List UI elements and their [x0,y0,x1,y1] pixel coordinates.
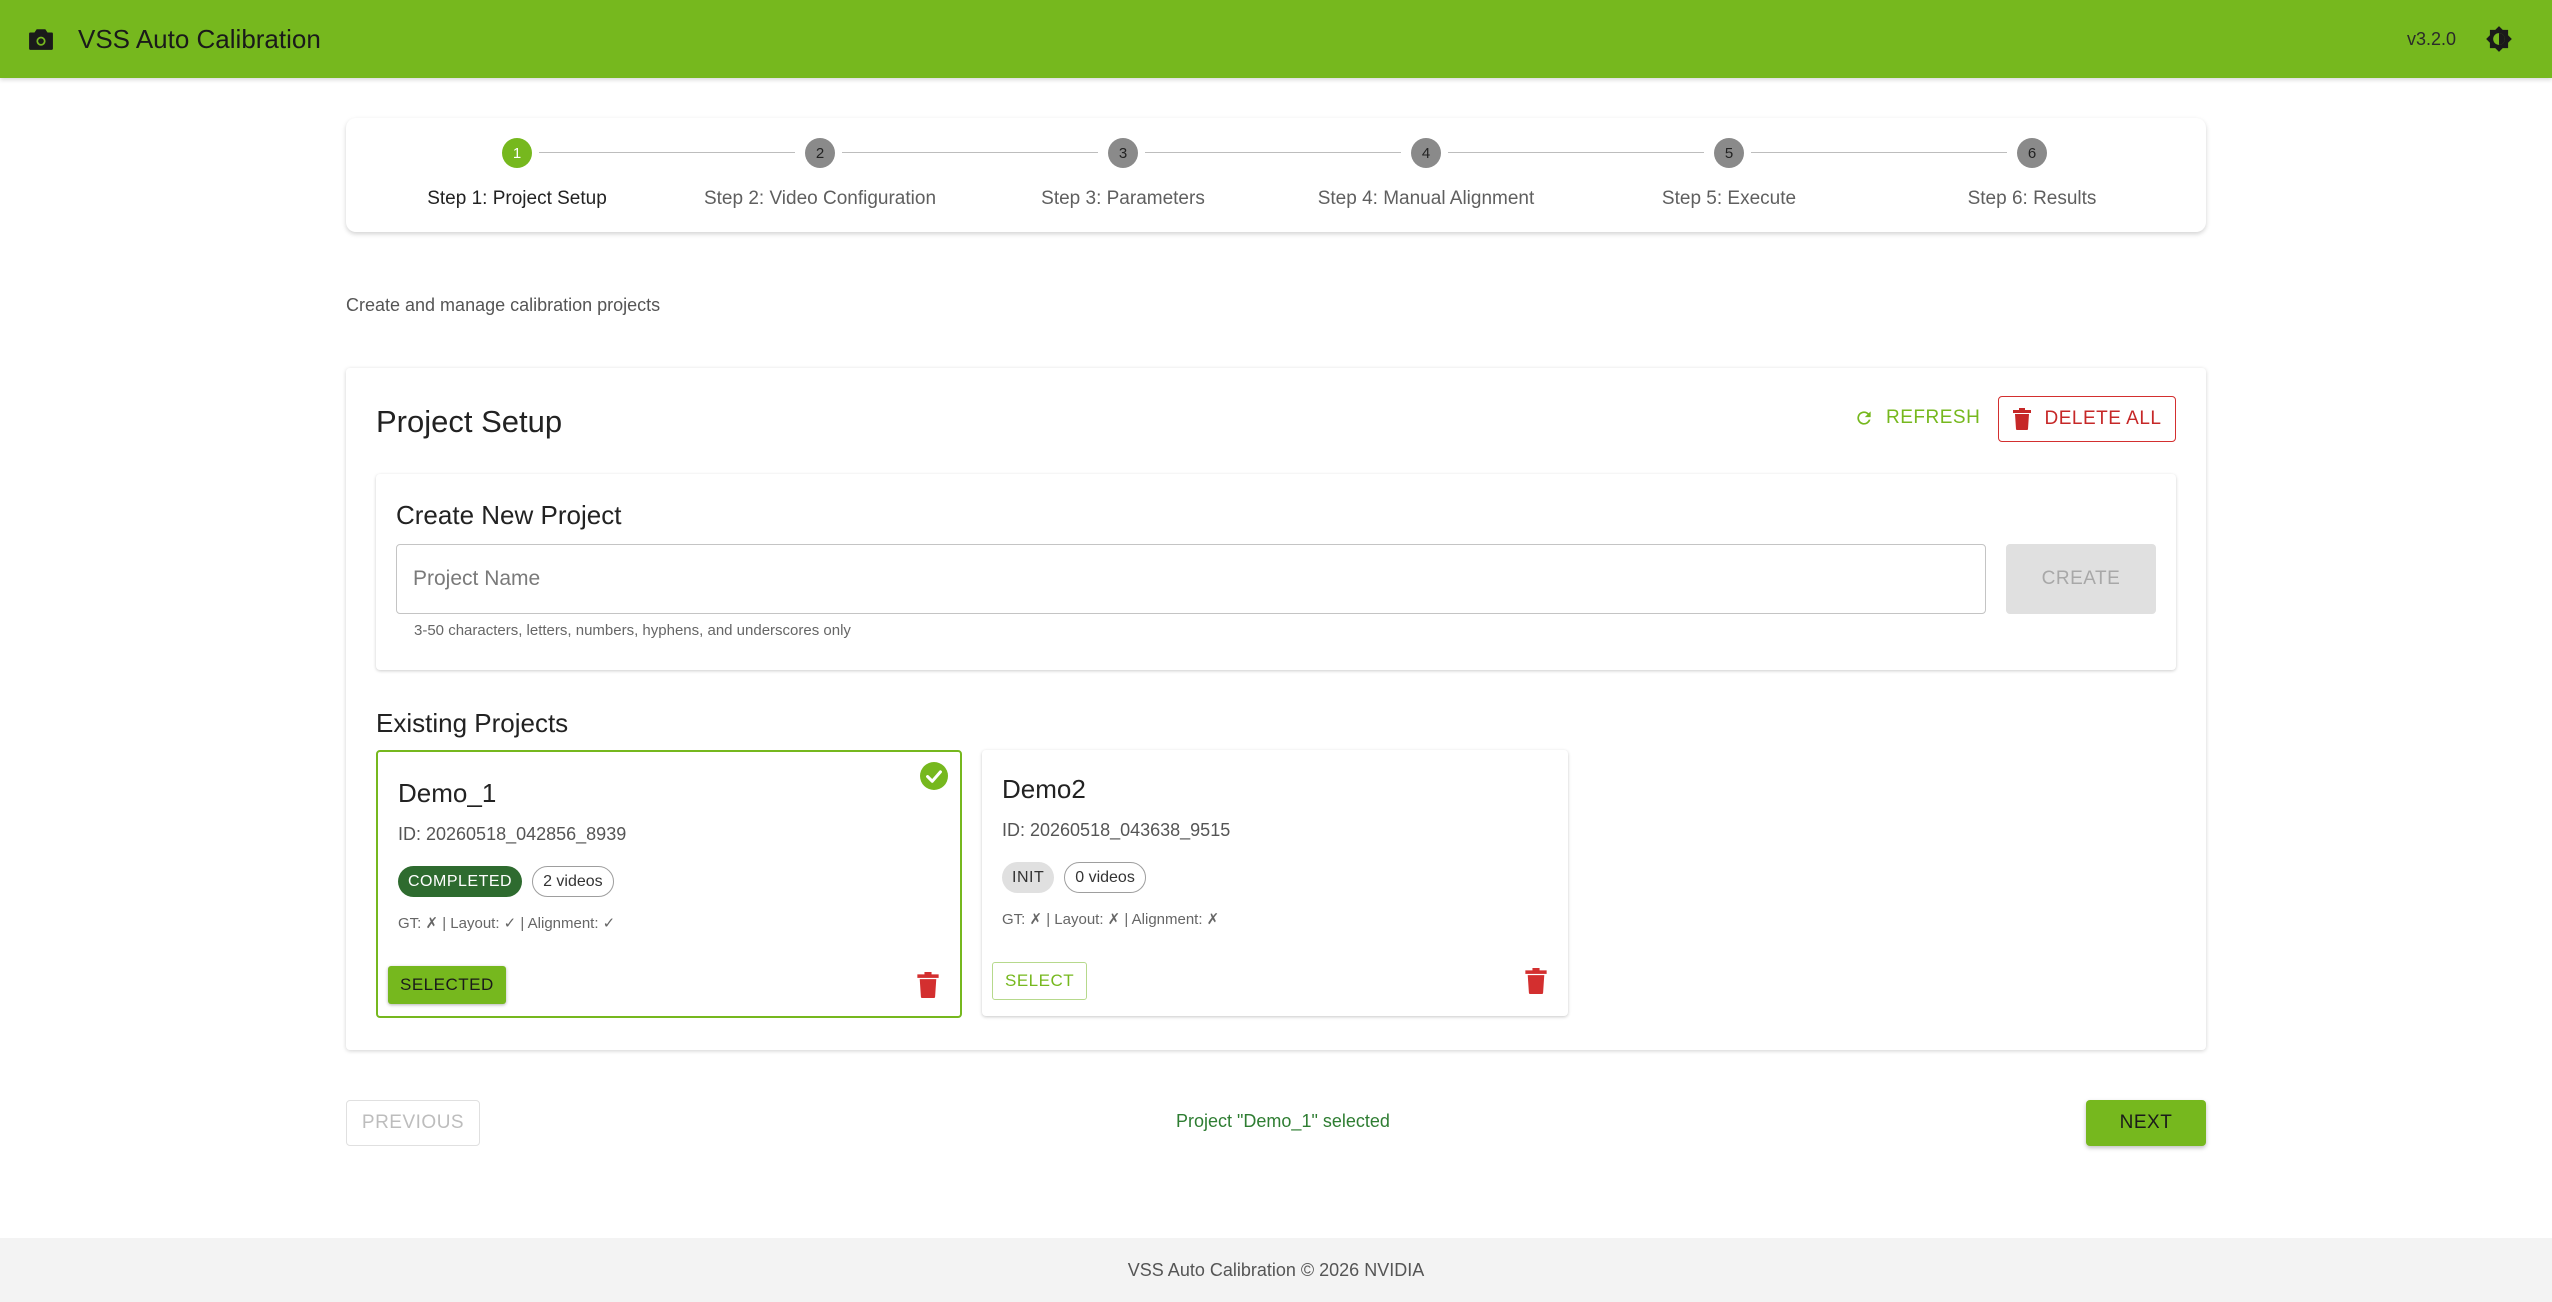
project-card[interactable]: Demo2 ID: 20260518_043638_9515 INIT 0 vi… [982,750,1568,1016]
create-project-heading: Create New Project [396,500,622,530]
step-execute[interactable]: 5 Step 5: Execute [1578,138,1880,210]
step-number: 5 [1714,138,1744,168]
refresh-icon [1857,411,1871,425]
project-setup-card: Project Setup REFRESH DELETE ALL Create … [346,368,2206,1050]
previous-button[interactable]: PREVIOUS [346,1100,480,1146]
refresh-button[interactable]: REFRESH [1854,396,1980,440]
project-flags: GT: ✗ | Layout: ✗ | Alignment: ✗ [1002,911,1220,928]
project-id: ID: 20260518_043638_9515 [1002,820,1231,840]
project-flags: GT: ✗ | Layout: ✓ | Alignment: ✓ [398,915,616,932]
step-label: Step 5: Execute [1661,188,1797,209]
brightness-toggle-icon[interactable] [2484,24,2514,54]
delete-all-label: DELETE ALL [2044,408,2162,429]
step-number: 2 [805,138,835,168]
project-name: Demo_1 [398,778,497,808]
step-label: Step 6: Results [1967,188,2097,209]
refresh-label: REFRESH [1886,407,1981,428]
step-project-setup[interactable]: 1 Step 1: Project Setup [366,138,668,210]
app-bar: VSS Auto Calibration v3.2.0 [0,0,2552,78]
check-circle-icon [920,762,948,790]
step-label: Step 4: Manual Alignment [1317,188,1535,209]
select-project-button[interactable]: SELECTED [388,966,506,1004]
step-results[interactable]: 6 Step 6: Results [1881,138,2183,210]
step-label: Step 1: Project Setup [427,188,607,209]
existing-projects-heading: Existing Projects [376,708,569,738]
project-name-input[interactable] [396,544,1986,614]
step-label: Step 3: Parameters [1041,188,1205,209]
step-number: 1 [502,138,532,168]
project-name-helper: 3-50 characters, letters, numbers, hyphe… [414,622,851,639]
trash-icon[interactable] [1524,968,1548,994]
app-title: VSS Auto Calibration [78,23,321,54]
video-count-badge: 0 videos [1064,862,1146,893]
video-count-badge: 2 videos [532,866,614,897]
camera-icon [26,24,56,54]
footer: VSS Auto Calibration © 2026 NVIDIA [0,1238,2552,1302]
selection-status: Project "Demo_1" selected [1176,1111,1390,1131]
card-title: Project Setup [376,404,563,439]
project-name: Demo2 [1002,774,1086,804]
step-manual-alignment[interactable]: 4 Step 4: Manual Alignment [1275,138,1577,210]
page-subtitle: Create and manage calibration projects [346,295,661,315]
delete-all-button[interactable]: DELETE ALL [1998,396,2176,442]
wizard-stepper: 1 Step 1: Project Setup 2 Step 2: Video … [346,118,2206,232]
trash-icon[interactable] [916,972,940,998]
status-badge: COMPLETED [398,866,523,897]
step-number: 6 [2017,138,2047,168]
project-id: ID: 20260518_042856_8939 [398,824,627,844]
step-video-configuration[interactable]: 2 Step 2: Video Configuration [669,138,971,210]
step-parameters[interactable]: 3 Step 3: Parameters [972,138,1274,210]
step-number: 4 [1411,138,1441,168]
step-number: 3 [1108,138,1138,168]
trash-icon [2012,408,2031,430]
step-label: Step 2: Video Configuration [703,188,937,209]
version-label: v3.2.0 [2406,28,2456,49]
next-button[interactable]: NEXT [2086,1100,2206,1146]
status-badge: INIT [1002,862,1055,893]
project-card[interactable]: Demo_1 ID: 20260518_042856_8939 COMPLETE… [376,750,962,1018]
select-project-button[interactable]: SELECT [992,962,1088,1000]
create-project-panel: Create New Project CREATE 3-50 character… [376,474,2176,670]
create-button[interactable]: CREATE [2006,544,2156,614]
